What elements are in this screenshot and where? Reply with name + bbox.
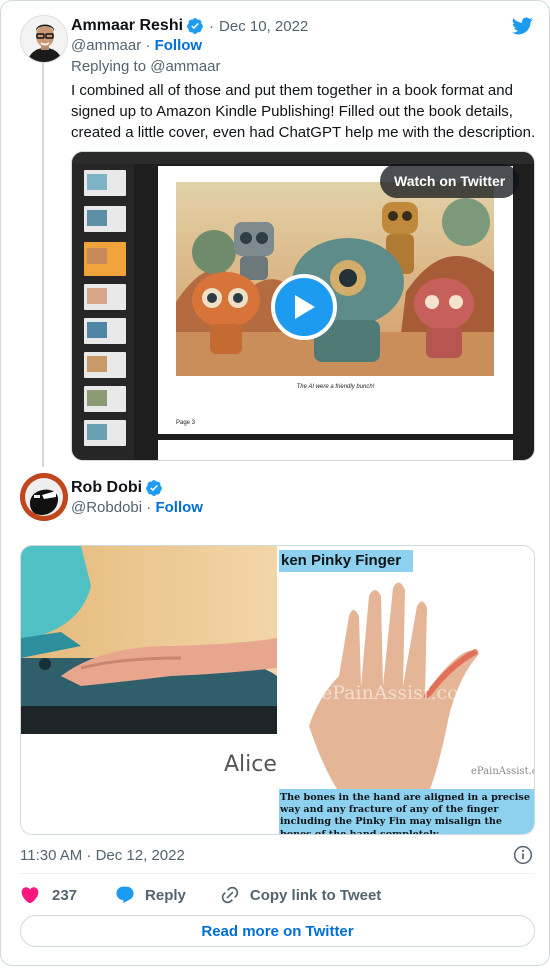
tweet-embed-card: Ammaar Reshi · Dec 10, 2022 @ammaar · Fo… (0, 0, 550, 966)
reply-label: Reply (145, 886, 186, 904)
twitter-bird-icon[interactable] (509, 15, 535, 37)
video-player[interactable]: The AI were a friendly bunch! Page 3 Wat… (71, 151, 535, 461)
slide-thumbnail (84, 352, 126, 378)
app-toolbar (72, 152, 534, 164)
media-image-broken-pinky[interactable]: ken Pinky Finger ePainAssist.com ePainAs… (279, 546, 534, 834)
display-name[interactable]: Ammaar Reshi (71, 17, 183, 35)
author-row-parent: Ammaar Reshi · Dec 10, 2022 (71, 15, 308, 37)
play-icon[interactable] (271, 274, 337, 340)
divider (20, 873, 535, 874)
image-caption: The AI were a friendly bunch! (296, 384, 375, 390)
handle-row-main: @Robdobi · Follow (71, 499, 203, 516)
watermark: ePainAssist.com (321, 682, 477, 704)
image-body-text: The bones in the hand are aligned in a p… (279, 789, 534, 834)
reply-button[interactable]: Reply (115, 885, 186, 905)
next-book-page (158, 440, 513, 460)
like-button[interactable]: 237 (20, 885, 77, 905)
tweet-date[interactable]: Dec 10, 2022 (219, 18, 308, 35)
handle[interactable]: @ammaar (71, 37, 141, 54)
media-image-typing-hands[interactable]: Alice (21, 546, 277, 834)
separator-dot: · (146, 499, 152, 516)
verified-badge-icon (186, 17, 204, 35)
separator-dot: · (209, 17, 215, 35)
tweet-timestamp[interactable]: 11:30 AM · Dec 12, 2022 (20, 847, 185, 864)
follow-button[interactable]: Follow (155, 37, 203, 54)
link-icon (220, 885, 240, 905)
verified-badge-icon (145, 479, 163, 497)
slide-thumbnail (84, 420, 126, 446)
author-row-main: Rob Dobi (71, 477, 163, 499)
slide-thumbnail-selected (84, 242, 126, 276)
avatar-ammaar[interactable] (20, 15, 68, 63)
slide-thumbnail (84, 386, 126, 412)
read-more-button[interactable]: Read more on Twitter (20, 915, 535, 947)
display-name[interactable]: Rob Dobi (71, 479, 142, 497)
handle[interactable]: @Robdobi (71, 499, 142, 516)
action-bar: 237 Reply Copy link to Tweet (20, 883, 381, 907)
media-grid: Alice ken Pinky Finger ePainAssist.com e… (20, 545, 535, 835)
copy-link-button[interactable]: Copy link to Tweet (220, 885, 381, 905)
watermark-small: ePainAssist.co (471, 766, 534, 777)
slide-thumbnail (84, 284, 126, 310)
like-count: 237 (52, 886, 78, 904)
follow-button[interactable]: Follow (155, 499, 203, 516)
info-icon[interactable] (513, 845, 533, 865)
robot-illustration (176, 182, 494, 376)
alice-caption: Alice (224, 752, 277, 777)
reply-bubble-icon (115, 885, 135, 905)
page-number: Page 3 (176, 420, 196, 426)
replying-to[interactable]: Replying to @ammaar (71, 58, 220, 75)
copy-link-label: Copy link to Tweet (249, 886, 382, 904)
separator-dot: · (145, 37, 151, 54)
slide-thumbnail (84, 206, 126, 232)
slide-sidebar (72, 164, 134, 460)
heart-icon (20, 885, 40, 905)
tweet-text: I combined all of those and put them tog… (71, 82, 536, 141)
handle-row-parent: @ammaar · Follow (71, 37, 202, 54)
watch-on-twitter-badge[interactable]: Watch on Twitter (380, 164, 520, 198)
slide-thumbnail (84, 318, 126, 344)
image-title: ken Pinky Finger (279, 550, 413, 572)
avatar-robdobi[interactable] (20, 473, 68, 521)
thread-line (42, 63, 44, 467)
slide-thumbnail (84, 170, 126, 196)
